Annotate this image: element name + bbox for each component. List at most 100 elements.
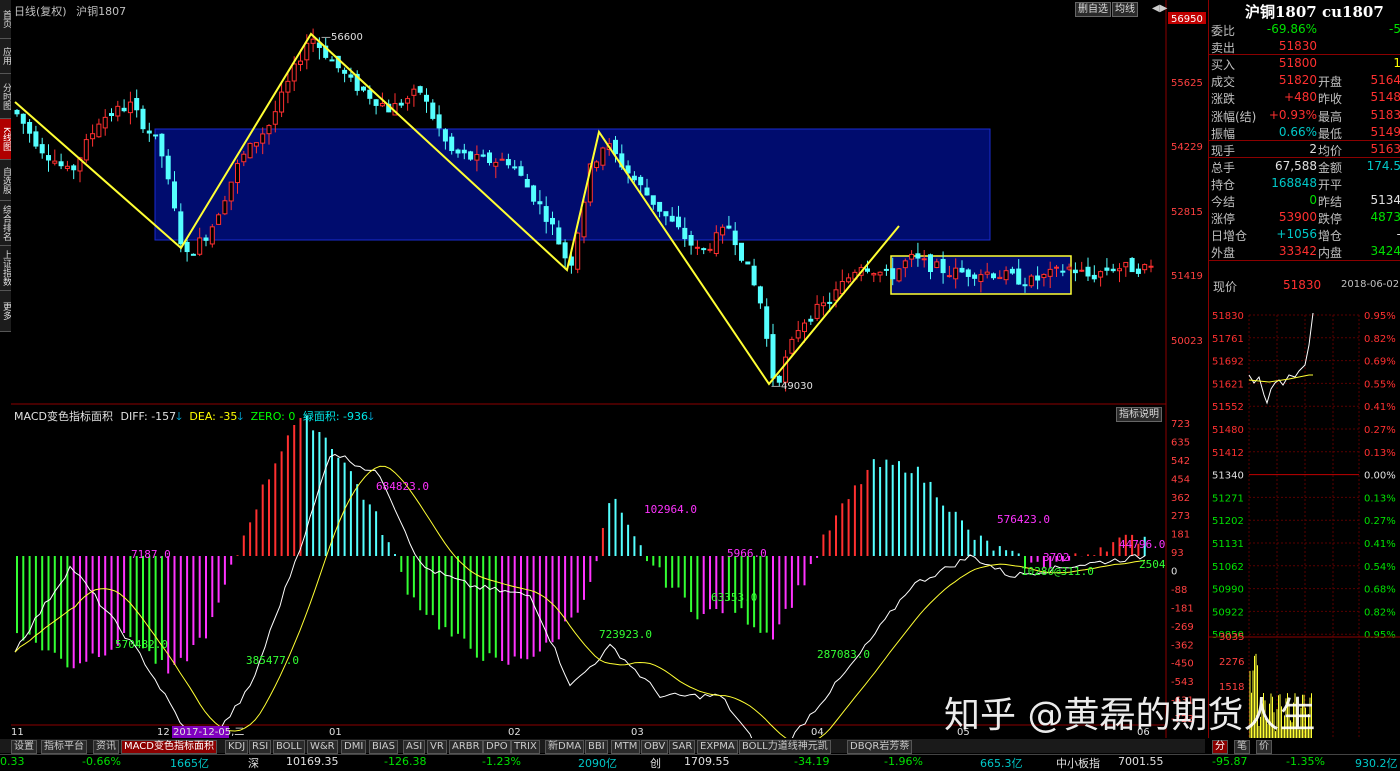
quote-value: +1056 (1276, 227, 1317, 242)
period-label[interactable]: 日线(复权) (14, 5, 67, 18)
intraday-pct-label: 0.41% (1364, 402, 1396, 413)
indicator-tab[interactable]: BOLL (273, 740, 305, 754)
quote-value: 51820 (1278, 73, 1317, 88)
intraday-price-label: 51692 (1212, 357, 1244, 368)
quote-value: 5149 (1370, 124, 1400, 139)
indicator-tab[interactable]: ARBR (449, 740, 483, 754)
moving-average-button[interactable]: 均线 (1112, 2, 1138, 17)
candle-body (556, 227, 562, 245)
intraday-price-label: 50990 (1212, 585, 1244, 596)
candle-body (890, 268, 896, 280)
tab-tick[interactable]: 笔 (1234, 740, 1250, 754)
time-axis-label: 2017-12-05,二 (173, 727, 244, 738)
indicator-tab[interactable]: BIAS (369, 740, 398, 754)
quote-label: 成交 (1211, 75, 1236, 90)
quote-label: 增仓 (1318, 229, 1343, 244)
delete-favorite-button[interactable]: 删自选 (1075, 2, 1111, 17)
candle-body (1079, 269, 1085, 272)
indicator-tab[interactable]: 指标平台 (41, 740, 87, 754)
candle-body (127, 101, 133, 114)
quote-value: 168848 (1271, 175, 1317, 190)
candle-body (984, 271, 990, 275)
indicator-tab[interactable]: 设置 (11, 740, 37, 754)
quote-label: 开盘 (1318, 75, 1343, 90)
indicator-tab[interactable]: DMI (341, 740, 367, 754)
quote-label: 昨收 (1318, 92, 1343, 107)
indicator-tab[interactable]: EXPMA (697, 740, 738, 754)
candle-body (896, 268, 902, 282)
indicator-tab[interactable]: ASI (403, 740, 426, 754)
intraday-price-line (1248, 312, 1314, 405)
candle-body (140, 108, 146, 130)
indicator-tab[interactable]: RSI (249, 740, 272, 754)
indicator-tab[interactable]: KDJ (225, 740, 249, 754)
price-axis-label: 54229 (1171, 142, 1203, 153)
candle-body (285, 80, 291, 93)
candle-body (115, 105, 121, 117)
indicator-tab[interactable]: 新DMA (545, 740, 585, 754)
candle-body (461, 149, 467, 154)
candle-body (871, 273, 877, 276)
indicator-tab[interactable]: 资讯 (93, 740, 119, 754)
intraday-pct-label: 0.95% (1364, 311, 1396, 322)
quote-label: 外盘 (1211, 246, 1236, 261)
candle-body (216, 214, 222, 225)
left-nav-item-4[interactable]: 自选股 (0, 160, 11, 201)
indicator-tab[interactable]: MACD变色指标面积 (121, 740, 217, 754)
macd-axis-label: 181 (1171, 530, 1190, 541)
left-nav-item-7[interactable]: 更多 (0, 291, 11, 332)
indicator-help-button[interactable]: 指标说明 (1116, 407, 1162, 422)
tab-minute[interactable]: 分 (1212, 740, 1228, 754)
candle-body (342, 69, 348, 74)
candle-body (487, 152, 492, 164)
left-nav-item-2[interactable]: 分时图 (0, 74, 11, 119)
candle-body (877, 271, 883, 276)
candle-body (1072, 269, 1078, 274)
macd-area-label: 102964.0 (644, 503, 697, 516)
indicator-tab[interactable]: TRIX (511, 740, 540, 754)
status-item: 7001.55 (1118, 755, 1164, 768)
candle-body (638, 176, 644, 186)
indicator-tab[interactable]: SAR (669, 740, 696, 754)
quote-row: 日增仓 +1056增仓 - (1209, 226, 1400, 243)
intraday-price-label: 51480 (1212, 425, 1244, 436)
candle-body (272, 111, 278, 125)
indicator-tab[interactable]: DBQR岩芳萘 (847, 740, 913, 754)
candle-body (1003, 270, 1009, 281)
candle-body (713, 232, 719, 255)
time-axis-label: 12 (157, 727, 170, 738)
quote-label: 金额 (1318, 160, 1343, 175)
left-nav-item-5[interactable]: 综合排名 (0, 201, 11, 246)
intraday-pct-label: 0.82% (1364, 334, 1396, 345)
left-nav-item-0[interactable]: 首页 (0, 0, 11, 39)
indicator-tab[interactable]: DPO (483, 740, 511, 754)
macd-axis-label: -450 (1171, 659, 1194, 670)
left-nav-item-1[interactable]: 应用 (0, 39, 11, 74)
intraday-chart[interactable]: 51830 0.95% 51761 0.82% 51692 0.69% 51621 0.55%… (1209, 305, 1400, 738)
candle-body (663, 211, 669, 217)
candle-body (1117, 268, 1122, 272)
intraday-pct-label: 0.54% (1364, 562, 1396, 573)
left-nav-item-3[interactable]: K线图 (0, 119, 11, 160)
price-axis-label: 55625 (1171, 78, 1203, 89)
intraday-price-label: 51412 (1212, 448, 1244, 459)
tab-price[interactable]: 价 (1256, 740, 1272, 754)
macd-axis-label: 454 (1171, 474, 1190, 485)
candle-body (1085, 266, 1091, 277)
indicator-tab[interactable]: MTM (611, 740, 641, 754)
candle-body (27, 122, 33, 134)
indicator-tab[interactable]: VR (427, 740, 447, 754)
indicator-tab[interactable]: BBI (585, 740, 608, 754)
indicator-tab[interactable]: OBV (641, 740, 669, 754)
expand-arrow-icon[interactable]: ◀▶ (1152, 3, 1167, 14)
indicator-tab[interactable]: BOLL力道线神元凯 (739, 740, 831, 754)
kline-chart[interactable]: 56950 55625 54229 52815 51419 50023 723 635 542 4… (11, 0, 1208, 738)
quote-value: 67,588 (1275, 158, 1317, 173)
candle-body (367, 89, 373, 99)
macd-axis-label: 0 (1171, 567, 1177, 578)
indicator-tab[interactable]: W&R (307, 740, 338, 754)
left-nav-item-6[interactable]: 上证指数 (0, 246, 11, 291)
candle-body (902, 260, 908, 269)
candle-body (493, 161, 499, 167)
candle-body (650, 195, 656, 205)
